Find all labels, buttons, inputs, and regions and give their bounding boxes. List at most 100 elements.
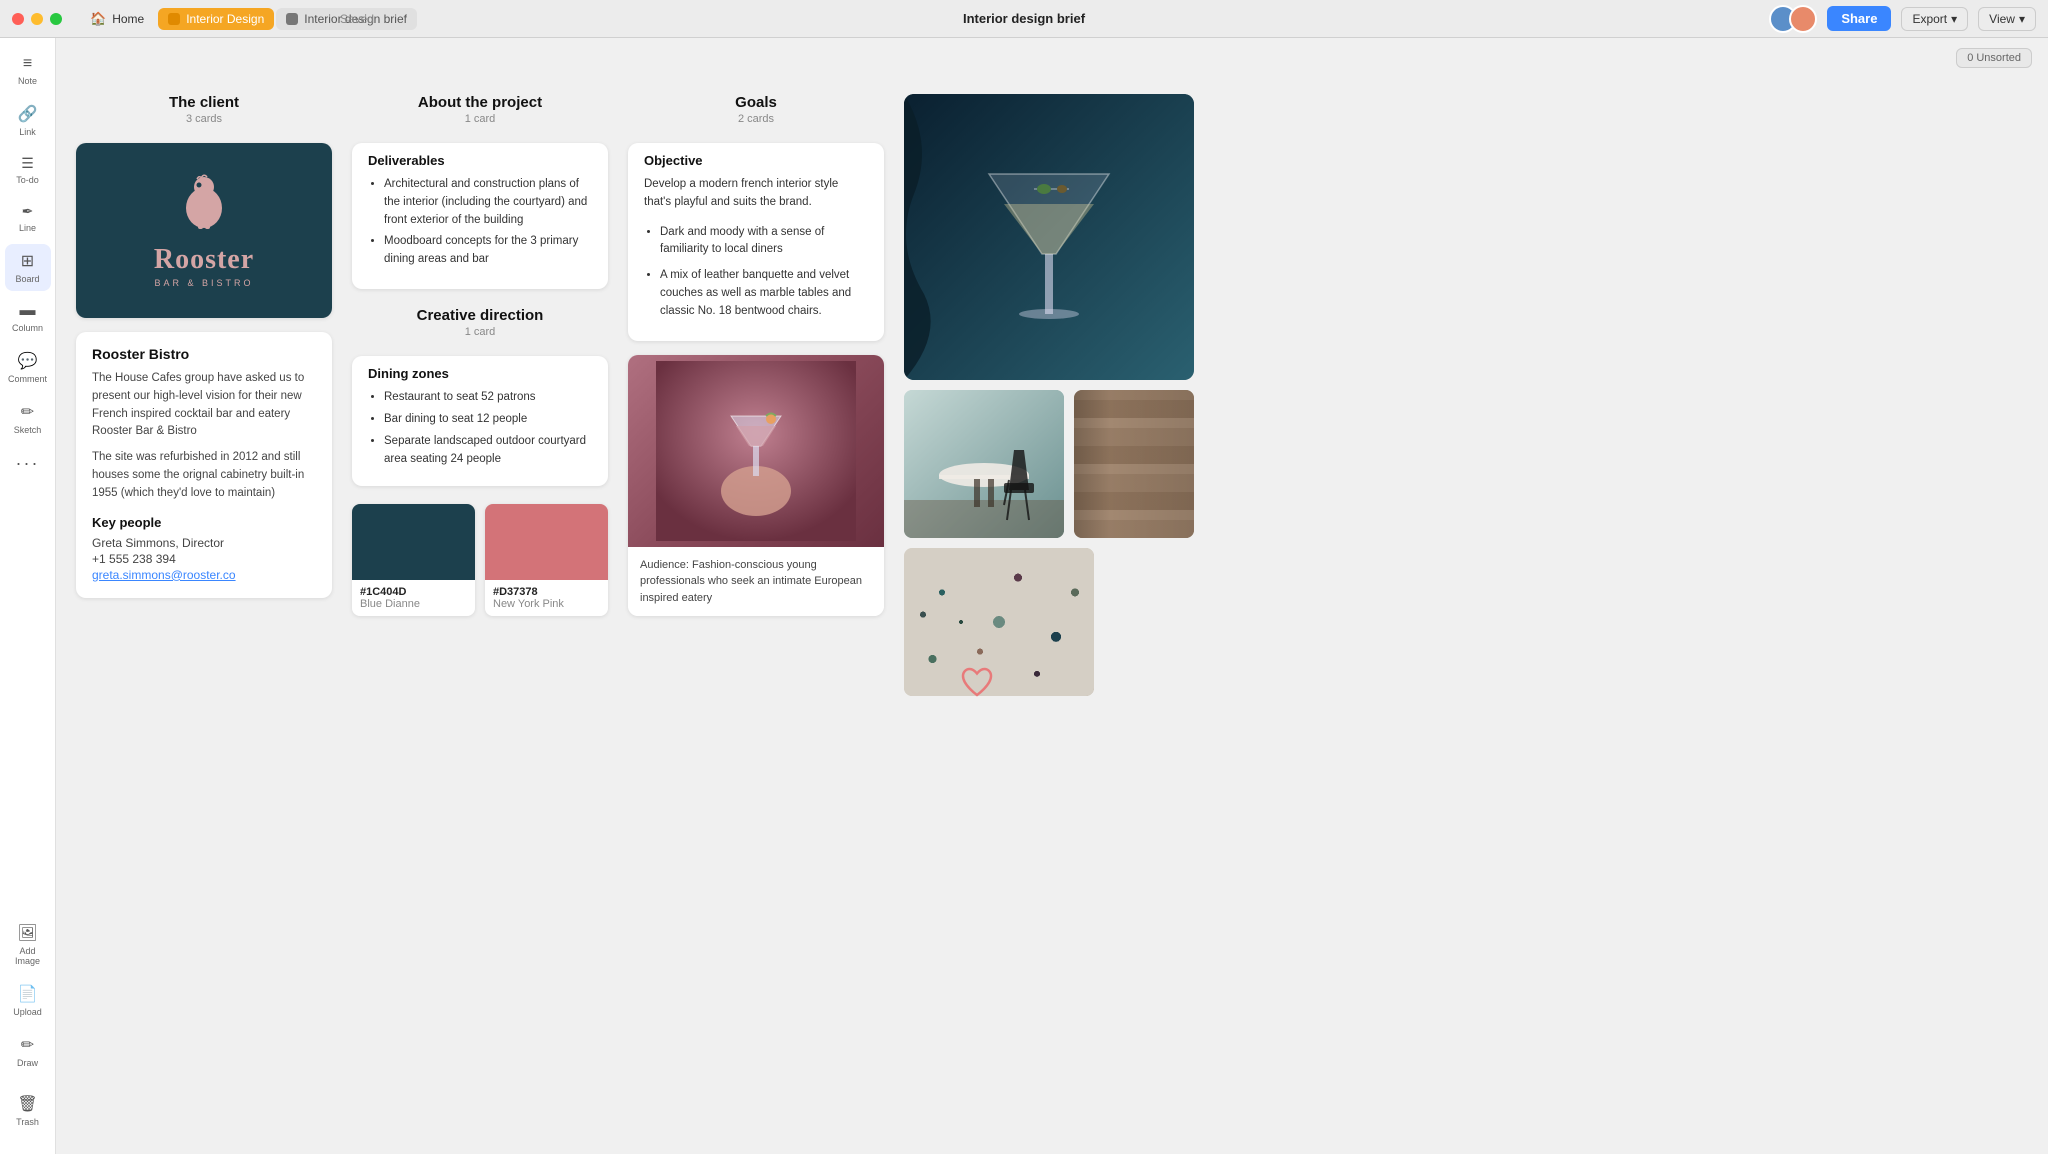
key-people-title: Key people	[92, 515, 316, 530]
note-icon: ≡	[23, 55, 32, 73]
deliverables-list: Architectural and construction plans of …	[368, 176, 592, 269]
creative-title: Creative direction	[352, 307, 608, 324]
tab-home-label: Home	[112, 12, 144, 26]
titlebar-actions: Share Export ▾ View ▾	[1769, 5, 2036, 33]
goals-count: 2 cards	[628, 113, 884, 125]
sidebar-item-comment[interactable]: 💬 Comment	[5, 344, 51, 391]
sketch-icon: ✏	[21, 402, 34, 422]
dining-item-3: Separate landscaped outdoor courtyard ar…	[384, 433, 592, 469]
sidebar-item-more[interactable]: ···	[5, 446, 51, 481]
sidebar-item-column[interactable]: ▬ Column	[5, 295, 51, 340]
image-column	[904, 94, 1194, 696]
pen-icon: ✒	[22, 203, 34, 220]
client-info-card: Rooster Bistro The House Cafes group hav…	[76, 332, 332, 598]
sidebar-item-trash[interactable]: 🗑 Trash	[5, 1087, 51, 1134]
main-cocktail-image	[904, 94, 1194, 380]
avatar-2	[1789, 5, 1817, 33]
upload-icon: 📄	[18, 984, 38, 1004]
brief-icon	[286, 13, 298, 25]
minimize-button[interactable]	[31, 13, 43, 25]
sidebar-item-board[interactable]: ⊞ Board	[5, 244, 51, 291]
link-icon: 🔗	[18, 104, 38, 124]
sidebar-bottom: 🖼 Add Image 📄 Upload ✏ Draw 🗑 Trash	[5, 916, 51, 1144]
sidebar-item-note[interactable]: ≡ Note	[5, 48, 51, 93]
about-count: 1 card	[352, 113, 608, 125]
goals-card: Objective Develop a modern french interi…	[628, 143, 884, 341]
sidebar-add-image-label: Add Image	[11, 946, 45, 966]
dining-item-1: Restaurant to seat 52 patrons	[384, 389, 592, 407]
sidebar-draw-label: Draw	[17, 1058, 38, 1068]
swatch-blue-info: #1C404D Blue Dianne	[352, 580, 475, 616]
sidebar-item-line[interactable]: ✒ Line	[5, 196, 51, 240]
export-label: Export	[1912, 12, 1947, 26]
sidebar-item-draw[interactable]: ✏ Draw	[5, 1028, 51, 1075]
bistro-name: Rooster Bistro	[92, 346, 316, 362]
tab-home[interactable]: 🏠 Home	[78, 7, 156, 31]
unsorted-badge[interactable]: 0 Unsorted	[1956, 48, 2032, 68]
audience-card: Audience: Fashion-conscious young profes…	[628, 355, 884, 617]
board-icon: ⊞	[21, 251, 34, 271]
view-chevron-icon: ▾	[2019, 12, 2025, 26]
about-column: About the project 1 card Deliverables Ar…	[352, 94, 608, 616]
sidebar-item-sketch[interactable]: ✏ Sketch	[5, 395, 51, 442]
export-button[interactable]: Export ▾	[1901, 7, 1968, 31]
sidebar-item-add-image[interactable]: 🖼 Add Image	[5, 916, 51, 973]
heart-annotation	[959, 665, 995, 706]
key-people-section: Key people Greta Simmons, Director +1 55…	[92, 515, 316, 582]
about-column-header: About the project 1 card	[352, 94, 608, 129]
dining-item-2: Bar dining to seat 12 people	[384, 411, 592, 429]
sidebar-board-label: Board	[15, 274, 39, 284]
objective-text: Develop a modern french interior style t…	[644, 176, 868, 212]
sidebar-column-label: Column	[12, 323, 43, 333]
sidebar-note-label: Note	[18, 76, 37, 86]
draw-icon: ✏	[21, 1035, 34, 1055]
sidebar-line-label: Line	[19, 223, 36, 233]
rooster-brand-sub: BAR & BISTRO	[154, 278, 253, 288]
key-people-name: Greta Simmons, Director	[92, 536, 316, 550]
client-column-header: The client 3 cards	[76, 94, 332, 129]
goals-list: Dark and moody with a sense of familiari…	[644, 224, 868, 321]
sidebar-item-todo[interactable]: ☰ To-do	[5, 148, 51, 192]
client-title: The client	[76, 94, 332, 111]
add-image-icon: 🖼	[17, 923, 37, 943]
trash-icon: 🗑	[17, 1094, 37, 1114]
share-button[interactable]: Share	[1827, 6, 1891, 31]
deliverable-1: Architectural and construction plans of …	[384, 176, 592, 229]
goal-item-1: Dark and moody with a sense of familiari…	[660, 224, 868, 260]
sidebar-link-label: Link	[19, 127, 36, 137]
key-people-email[interactable]: greta.simmons@rooster.co	[92, 568, 316, 582]
client-desc-1: The House Cafes group have asked us to p…	[92, 370, 316, 441]
goals-column-header: Goals 2 cards	[628, 94, 884, 129]
main-layout: ≡ Note 🔗 Link ☰ To-do ✒ Line ⊞ Board ▬ C…	[0, 38, 2048, 1154]
sidebar-comment-label: Comment	[8, 374, 47, 384]
view-button[interactable]: View ▾	[1978, 7, 2036, 31]
creative-card: Dining zones Restaurant to seat 52 patro…	[352, 356, 608, 486]
home-icon: 🏠	[90, 11, 106, 27]
logo-card: Rooster BAR & BISTRO	[76, 143, 332, 318]
sidebar-trash-label: Trash	[16, 1117, 39, 1127]
sidebar-item-upload[interactable]: 📄 Upload	[5, 977, 51, 1024]
swatch-pink-color	[485, 504, 608, 580]
swatch-blue-color	[352, 504, 475, 580]
deliverables-title: Deliverables	[368, 153, 592, 168]
client-count: 3 cards	[76, 113, 332, 125]
terrazzo-image	[904, 548, 1094, 696]
comment-icon: 💬	[18, 351, 38, 371]
dining-list: Restaurant to seat 52 patrons Bar dining…	[368, 389, 592, 468]
maximize-button[interactable]	[50, 13, 62, 25]
swatch-pink-name: New York Pink	[493, 598, 600, 610]
swatch-pink: #D37378 New York Pink	[485, 504, 608, 616]
sidebar: ≡ Note 🔗 Link ☰ To-do ✒ Line ⊞ Board ▬ C…	[0, 38, 56, 1154]
swatch-blue-name: Blue Dianne	[360, 598, 467, 610]
sidebar-item-link[interactable]: 🔗 Link	[5, 97, 51, 144]
chair-image	[904, 390, 1064, 538]
tab-interior[interactable]: Interior Design	[158, 8, 274, 30]
close-button[interactable]	[12, 13, 24, 25]
goals-column: Goals 2 cards Objective Develop a modern…	[628, 94, 884, 616]
client-column: The client 3 cards	[76, 94, 332, 598]
rooster-ghost-icon	[179, 173, 229, 238]
swatch-blue: #1C404D Blue Dianne	[352, 504, 475, 616]
creative-column-header: Creative direction 1 card	[352, 303, 608, 342]
creative-count: 1 card	[352, 326, 608, 338]
avatar-group	[1769, 5, 1817, 33]
